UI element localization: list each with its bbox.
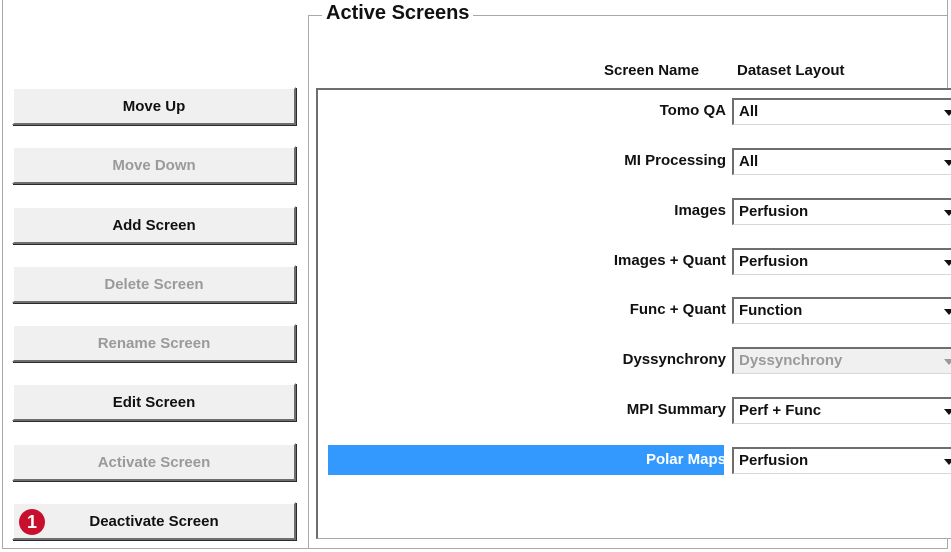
- step-number-badge: 1: [19, 509, 45, 535]
- dropdown-value: All: [739, 103, 759, 120]
- button-label: Move Down: [112, 156, 196, 174]
- screen-row[interactable]: Dyssynchrony Dyssynchrony: [318, 343, 951, 377]
- screen-name-label: Tomo QA: [659, 102, 726, 119]
- chevron-down-icon[interactable]: [944, 459, 951, 465]
- chevron-down-icon[interactable]: [944, 110, 951, 116]
- column-header-screen-name: Screen Name: [604, 62, 700, 79]
- dropdown-value: Perfusion: [739, 253, 809, 270]
- screen-row[interactable]: Images + Quant Perfusion: [318, 244, 951, 278]
- screen-name-label: Images: [674, 202, 726, 219]
- chevron-down-icon[interactable]: [944, 309, 951, 315]
- dataset-layout-dropdown[interactable]: Perfusion: [732, 248, 951, 275]
- screen-row[interactable]: Polar Maps Perfusion: [318, 443, 951, 477]
- dataset-layout-dropdown[interactable]: Perf + Func: [732, 397, 951, 424]
- button-label: Add Screen: [112, 216, 196, 234]
- move-down-button: Move Down: [12, 146, 296, 184]
- dropdown-value: Perfusion: [739, 452, 809, 469]
- delete-screen-button: Delete Screen: [12, 265, 296, 303]
- active-screens-dialog: Move Up Move Down Add Screen Delete Screen R…: [0, 0, 951, 552]
- button-label: Rename Screen: [97, 334, 211, 352]
- screen-name-label: Dyssynchrony: [622, 351, 726, 368]
- screen-name-label: Polar Maps: [645, 451, 726, 468]
- button-label: Activate Screen: [97, 453, 211, 471]
- screen-name-label: Images + Quant: [613, 252, 726, 269]
- move-up-button[interactable]: Move Up: [12, 87, 296, 125]
- group-title: Active Screens: [322, 2, 474, 25]
- dropdown-value: Perf + Func: [739, 402, 822, 419]
- screen-row[interactable]: MI Processing All: [318, 144, 951, 178]
- button-label: Move Up: [122, 97, 186, 115]
- screen-row[interactable]: Images Perfusion: [318, 194, 951, 228]
- button-label: Delete Screen: [104, 275, 204, 293]
- screen-row[interactable]: Func + Quant Function: [318, 293, 951, 327]
- chevron-down-icon[interactable]: [944, 160, 951, 166]
- screen-row[interactable]: Tomo QA All: [318, 94, 951, 128]
- deactivate-screen-button[interactable]: Deactivate Screen: [12, 502, 296, 540]
- dataset-layout-dropdown[interactable]: All: [732, 148, 951, 175]
- rename-screen-button: Rename Screen: [12, 324, 296, 362]
- screen-list[interactable]: Tomo QA All MI Processing All Images Perfusio…: [316, 88, 951, 539]
- screen-name-label: MI Processing: [624, 152, 726, 169]
- dataset-layout-dropdown[interactable]: Function: [732, 297, 951, 324]
- dropdown-value: Dyssynchrony: [739, 352, 843, 369]
- add-screen-button[interactable]: Add Screen: [12, 206, 296, 244]
- screen-row[interactable]: MPI Summary Perf + Func: [318, 393, 951, 427]
- dataset-layout-dropdown[interactable]: Perfusion: [732, 198, 951, 225]
- column-header-dataset-layout: Dataset Layout: [737, 62, 845, 79]
- button-label: Edit Screen: [112, 393, 196, 411]
- chevron-down-icon[interactable]: [944, 409, 951, 415]
- dropdown-value: All: [739, 153, 759, 170]
- dataset-layout-dropdown: Dyssynchrony: [732, 347, 951, 374]
- dropdown-value: Function: [739, 302, 803, 319]
- chevron-down-icon[interactable]: [944, 260, 951, 266]
- dropdown-value: Perfusion: [739, 203, 809, 220]
- dataset-layout-dropdown[interactable]: Perfusion: [732, 447, 951, 474]
- dataset-layout-dropdown[interactable]: All: [732, 98, 951, 125]
- screen-name-label: MPI Summary: [626, 401, 726, 418]
- chevron-down-icon: [944, 359, 951, 365]
- edit-screen-button[interactable]: Edit Screen: [12, 383, 296, 421]
- activate-screen-button: Activate Screen: [12, 443, 296, 481]
- chevron-down-icon[interactable]: [944, 210, 951, 216]
- button-label: Deactivate Screen: [89, 512, 219, 530]
- screen-name-label: Func + Quant: [629, 301, 726, 318]
